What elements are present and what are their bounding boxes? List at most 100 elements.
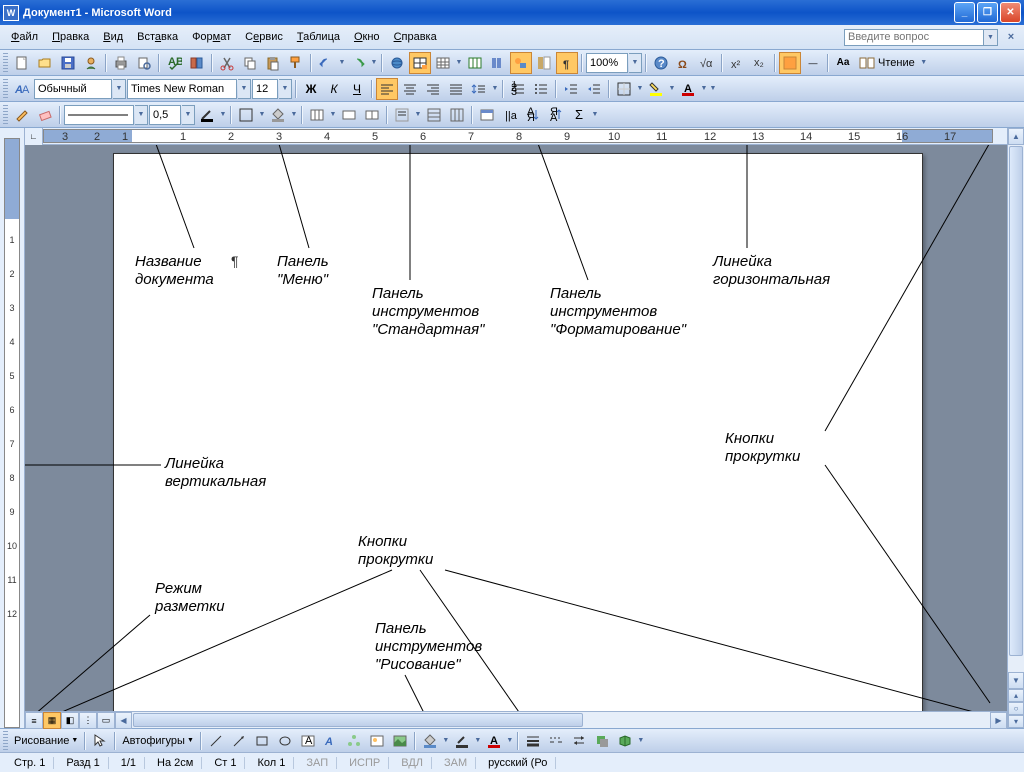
increase-indent-button[interactable] [583,78,605,100]
align-left-button[interactable] [376,78,398,100]
status-lang[interactable]: русский (Ро [480,757,556,769]
normal-view-button[interactable]: ≡ [25,712,43,729]
menu-table[interactable]: Таблица [290,28,347,46]
toolbar-grip[interactable] [3,79,8,99]
horizontal-ruler[interactable]: ∟ 321 123 456 789 101112 131415 1617 [25,128,1007,145]
menu-window[interactable]: Окно [347,28,387,46]
scroll-left-button[interactable]: ◀ [115,712,132,729]
line-color-dropdown[interactable]: ▼ [474,737,482,744]
line-style-combo[interactable] [64,105,134,125]
border-color-dropdown[interactable]: ▼ [219,111,227,118]
web-view-button[interactable]: ◧ [61,712,79,729]
autoshapes-menu[interactable]: Автофигуры ▼ [119,735,197,747]
toolbar-options[interactable]: ▼ [637,737,645,744]
3d-button[interactable] [614,730,636,752]
zoom-dropdown[interactable]: ▼ [629,53,642,73]
insert-table-dropdown[interactable]: ▼ [455,59,463,66]
border-color-button[interactable] [196,104,218,126]
document-canvas[interactable]: Название документа ¶ Панель "Меню" Панел… [25,145,1007,711]
help-dropdown[interactable]: ▼ [984,29,998,46]
insert-excel-button[interactable] [464,52,486,74]
font-dropdown[interactable]: ▼ [238,79,251,99]
outside-border-button[interactable] [235,104,257,126]
line-spacing-dropdown[interactable]: ▼ [491,85,499,92]
rectangle-button[interactable] [251,730,273,752]
research-button[interactable] [186,52,208,74]
tab-selector[interactable]: ∟ [25,128,43,145]
vscroll-thumb[interactable] [1009,146,1023,656]
line-width-combo[interactable]: 0,5 [149,105,181,125]
font-color2-dropdown[interactable]: ▼ [506,737,514,744]
menu-help[interactable]: Справка [387,28,444,46]
doc-close-button[interactable]: × [1002,28,1020,46]
drawing-button[interactable] [510,52,532,74]
distribute-rows-button[interactable] [423,104,445,126]
insert-table2-dropdown[interactable]: ▼ [329,111,337,118]
autoformat-button[interactable] [476,104,498,126]
align-cell-dropdown[interactable]: ▼ [414,111,422,118]
clipart-button[interactable] [366,730,388,752]
merge-cells-button[interactable] [338,104,360,126]
redo-button[interactable] [347,52,369,74]
split-cells-button[interactable] [361,104,383,126]
line-style-button[interactable] [522,730,544,752]
open-button[interactable] [34,52,56,74]
size-combo[interactable]: 12 [252,79,278,99]
align-center-button[interactable] [399,78,421,100]
underline-button[interactable]: Ч [346,78,368,100]
paste-button[interactable] [262,52,284,74]
line-spacing-button[interactable] [468,78,490,100]
symbol-button[interactable]: Ω [673,52,695,74]
change-case-button[interactable]: Aa [832,52,854,74]
scroll-right-button[interactable]: ▶ [990,712,1007,729]
diagram-button[interactable] [343,730,365,752]
menu-file[interactable]: Файл [4,28,45,46]
fill-color-dropdown[interactable]: ▼ [442,737,450,744]
new-button[interactable] [11,52,33,74]
insert-table2-button[interactable] [306,104,328,126]
subscript-button[interactable]: x₂ [749,52,771,74]
fill-color-button[interactable] [419,730,441,752]
reading-button[interactable]: Чтение [855,55,919,71]
layout-view-button[interactable]: ▦ [43,712,61,729]
line-style-dropdown[interactable]: ▼ [135,105,148,125]
toolbar-grip[interactable] [3,731,8,751]
close-button[interactable]: ✕ [1000,2,1021,23]
select-browse-button[interactable]: ○ [1008,702,1024,715]
italic-button[interactable]: К [323,78,345,100]
help-button[interactable]: ? [650,52,672,74]
line-color-button[interactable] [451,730,473,752]
style-dropdown[interactable]: ▼ [113,79,126,99]
toolbar-options[interactable]: ▼ [709,85,717,92]
shadow-button[interactable] [591,730,613,752]
save-button[interactable] [57,52,79,74]
menu-insert[interactable]: Вставка [130,28,185,46]
docmap-button[interactable] [533,52,555,74]
toolbar-grip[interactable] [3,53,8,73]
bold-button[interactable]: Ж [300,78,322,100]
shading-button[interactable] [267,104,289,126]
page[interactable] [113,153,923,711]
undo-dropdown[interactable]: ▼ [338,59,346,66]
style-combo[interactable]: Обычный [34,79,112,99]
insert-table-button[interactable] [432,52,454,74]
bullets-button[interactable] [530,78,552,100]
status-rev[interactable]: ИСПР [341,757,389,769]
picture-button[interactable] [389,730,411,752]
hscroll-thumb[interactable] [133,713,583,727]
scroll-down-button[interactable]: ▼ [1008,672,1024,689]
distribute-cols-button[interactable] [446,104,468,126]
sort-asc-button[interactable]: АЯ [522,104,544,126]
font-combo[interactable]: Times New Roman [127,79,237,99]
menu-tools[interactable]: Сервис [238,28,290,46]
zoom-combo[interactable]: 100% [586,53,628,73]
clear-format-button[interactable]: — [802,52,824,74]
size-dropdown[interactable]: ▼ [279,79,292,99]
draw-table-button[interactable] [11,104,33,126]
textbox-button[interactable]: A [297,730,319,752]
justify-button[interactable] [445,78,467,100]
spellcheck-button[interactable]: ABC [163,52,185,74]
line-button[interactable] [205,730,227,752]
outline-view-button[interactable]: ⋮ [79,712,97,729]
borders-dropdown[interactable]: ▼ [636,85,644,92]
